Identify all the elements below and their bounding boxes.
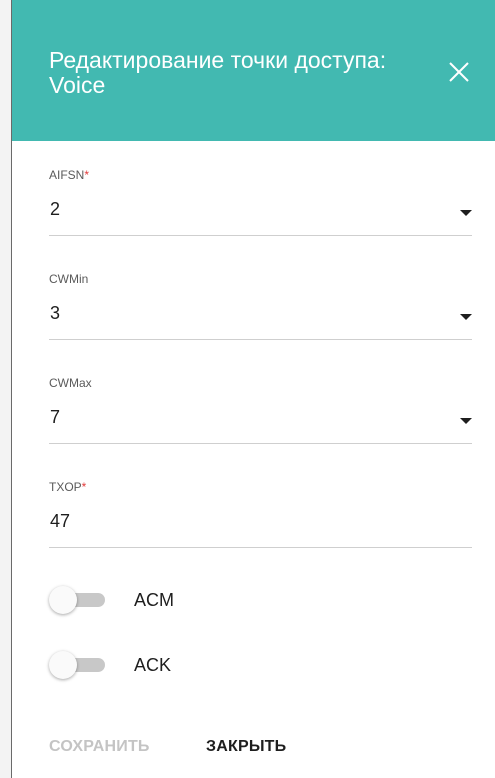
toggle-knob — [49, 651, 77, 679]
dropdown-arrow-icon — [460, 314, 472, 320]
edit-access-point-dialog: Редактирование точки доступа: Voice AIFS… — [12, 0, 495, 778]
cwmax-value: 7 — [50, 407, 61, 427]
dropdown-arrow-icon — [460, 210, 472, 216]
cwmin-label: CWMin — [49, 272, 89, 286]
close-button[interactable]: ЗАКРЫТЬ — [206, 738, 286, 756]
aifsn-value: 2 — [50, 199, 61, 219]
field-underline — [49, 547, 472, 548]
save-button[interactable]: СОХРАНИТЬ — [49, 738, 150, 756]
acm-toggle[interactable]: ACM — [49, 584, 349, 614]
txop-label: TXOP* — [49, 480, 87, 494]
field-underline — [49, 235, 472, 236]
txop-value: 47 — [50, 511, 71, 531]
dialog-title: Редактирование точки доступа: Voice — [49, 47, 387, 98]
screen: Редактирование точки доступа: Voice AIFS… — [0, 0, 495, 778]
acm-label: ACM — [134, 590, 174, 610]
field-underline — [49, 443, 472, 444]
required-mark: * — [81, 480, 87, 494]
required-mark: * — [84, 168, 90, 182]
close-icon[interactable] — [437, 50, 481, 94]
cwmin-value: 3 — [50, 303, 61, 323]
dialog-header: Редактирование точки доступа: Voice — [12, 0, 495, 141]
ack-toggle[interactable]: ACK — [49, 649, 349, 679]
aifsn-label: AIFSN* — [49, 168, 90, 182]
cwmax-label: CWMax — [49, 376, 92, 390]
toggle-knob — [49, 586, 77, 614]
ack-label: ACK — [134, 655, 172, 675]
dropdown-arrow-icon — [460, 418, 472, 424]
field-underline — [49, 339, 472, 340]
